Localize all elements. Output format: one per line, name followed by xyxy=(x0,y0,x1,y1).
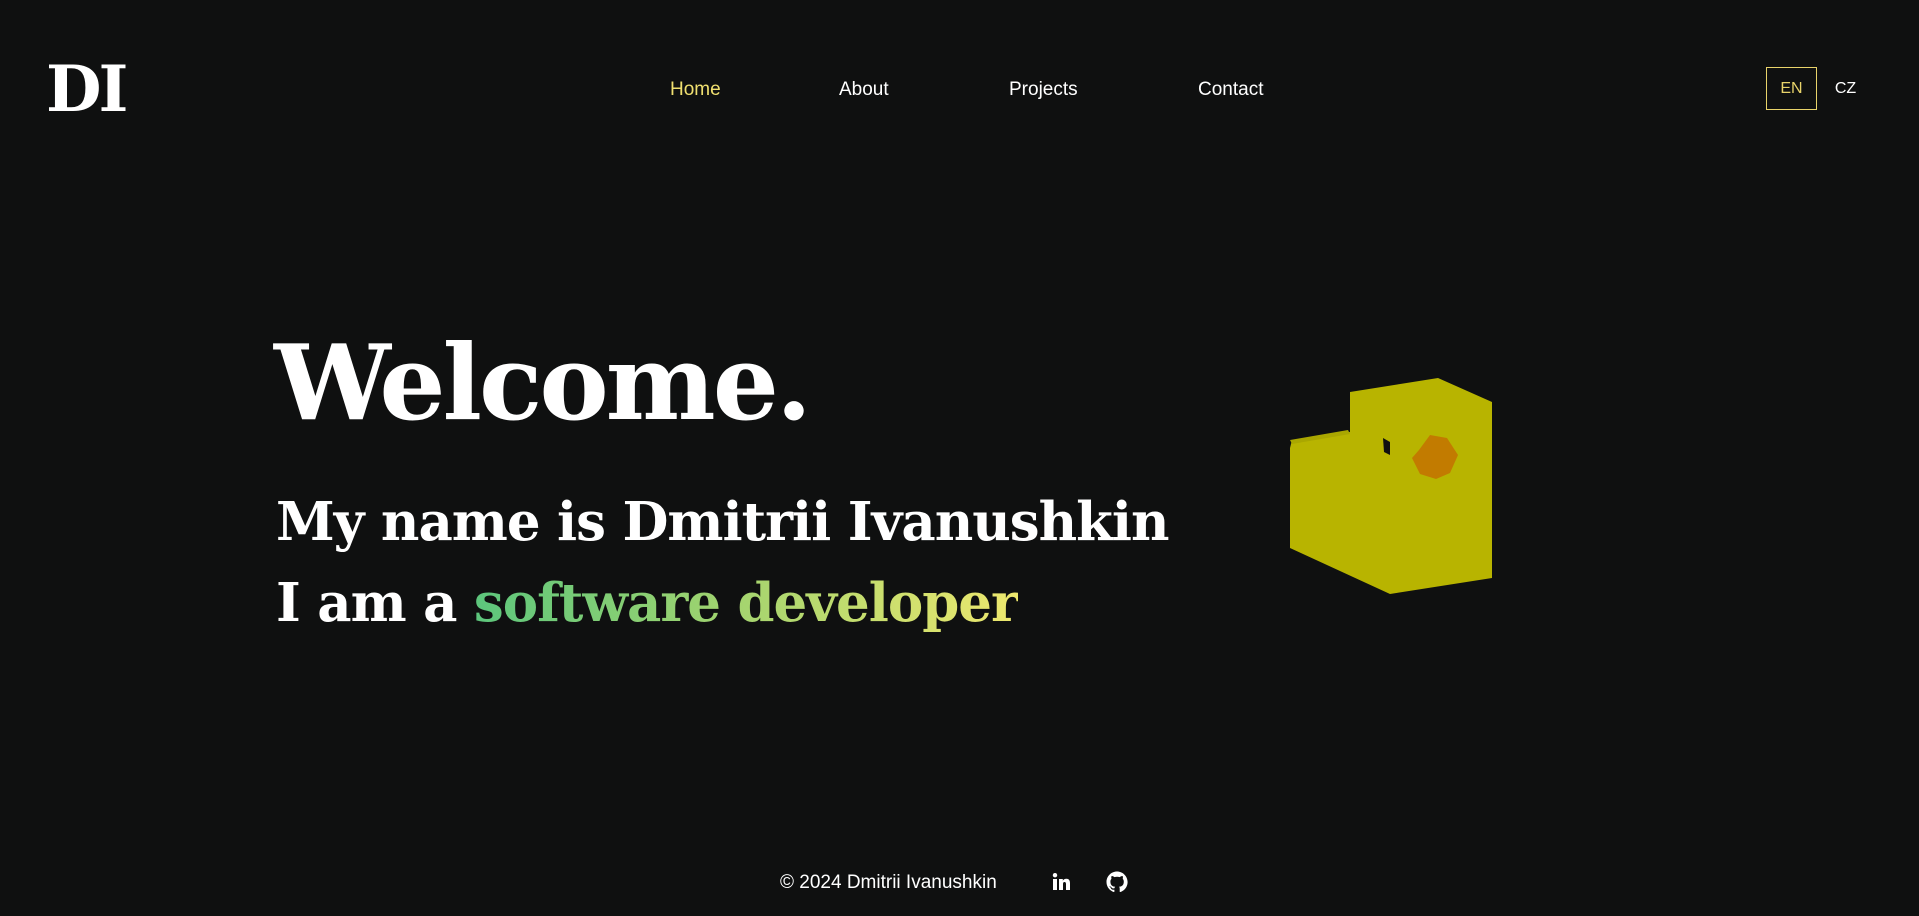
main-nav: Home About Projects Contact xyxy=(0,78,1919,102)
hero-role-line: I am a software developer xyxy=(276,567,1019,639)
footer: © 2024 Dmitrii Ivanushkin xyxy=(0,868,1919,898)
nav-projects-link[interactable]: Projects xyxy=(1009,78,1078,102)
nav-about-link[interactable]: About xyxy=(839,78,889,102)
hero-name-line: My name is Dmitrii Ivanushkin xyxy=(276,491,1170,553)
nav-home-link[interactable]: Home xyxy=(670,78,721,102)
nav-contact-link[interactable]: Contact xyxy=(1198,78,1263,102)
hero-heading: Welcome. xyxy=(274,321,812,444)
hero-role-highlight: software developer xyxy=(473,572,1019,634)
linkedin-icon[interactable] xyxy=(1049,870,1073,894)
page: DI Home About Projects Contact EN CZ Wel… xyxy=(0,0,1919,916)
github-icon[interactable] xyxy=(1105,870,1129,894)
hero-role-prefix: I am a xyxy=(276,572,474,634)
duck-body xyxy=(1290,378,1492,594)
language-en-button[interactable]: EN xyxy=(1766,67,1817,110)
language-cz-button[interactable]: CZ xyxy=(1833,67,1858,110)
rubber-duck-illustration xyxy=(1290,378,1492,594)
copyright-text: © 2024 Dmitrii Ivanushkin xyxy=(780,872,997,893)
